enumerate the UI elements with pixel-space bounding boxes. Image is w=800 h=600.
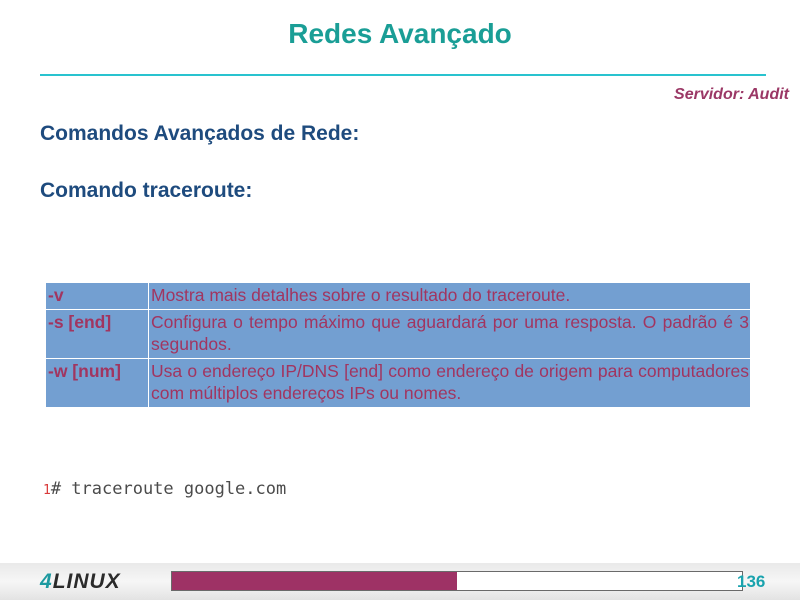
options-table: -v Mostra mais detalhes sobre o resultad… bbox=[45, 282, 751, 408]
logo-wordmark: LINUX bbox=[52, 570, 121, 593]
section-heading: Comandos Avançados de Rede: bbox=[40, 122, 360, 145]
option-cell: -v bbox=[45, 282, 149, 310]
slide-progress-fill bbox=[172, 572, 457, 590]
option-cell: -w [num] bbox=[45, 358, 149, 408]
slide-progress-bar bbox=[171, 571, 743, 591]
slide-title: Redes Avançado bbox=[288, 18, 512, 49]
command-heading: Comando traceroute: bbox=[40, 179, 253, 202]
page-number: 136 bbox=[737, 572, 766, 591]
line-number: 1 bbox=[43, 483, 51, 498]
server-label: Servidor: Audit bbox=[674, 86, 789, 103]
brand-logo: 4LINUX bbox=[40, 568, 121, 596]
description-cell: Usa o endereço IP/DNS [end] como endereç… bbox=[148, 358, 751, 408]
table-row: -s [end] Configura o tempo máximo que ag… bbox=[45, 309, 751, 359]
command-example: 1# traceroute google.com bbox=[43, 478, 286, 502]
title-divider bbox=[40, 74, 766, 76]
option-cell: -s [end] bbox=[45, 309, 149, 359]
command-text: # traceroute google.com bbox=[50, 479, 287, 499]
logo-digit: 4 bbox=[40, 570, 53, 593]
description-cell: Mostra mais detalhes sobre o resultado d… bbox=[148, 282, 751, 310]
table-row: -w [num] Usa o endereço IP/DNS [end] com… bbox=[45, 358, 751, 408]
table-row: -v Mostra mais detalhes sobre o resultad… bbox=[45, 282, 751, 310]
description-cell: Configura o tempo máximo que aguardará p… bbox=[148, 309, 751, 359]
